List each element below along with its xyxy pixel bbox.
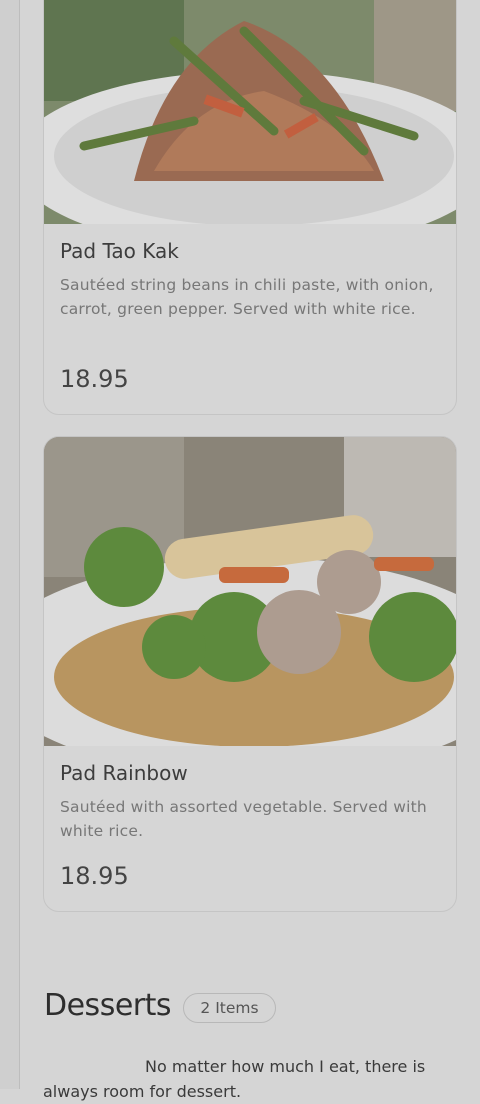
menu-item-description: Sautéed with assorted vegetable. Served … [60, 798, 427, 840]
section-title: Desserts [44, 988, 172, 1023]
dish-photo [44, 437, 456, 746]
section-description: No matter how much I eat, there is alway… [43, 1057, 426, 1101]
item-count-badge: 2 Items [183, 993, 276, 1023]
menu-item-description: Sautéed string beans in chili paste, wit… [60, 276, 434, 318]
menu-item-name: Pad Rainbow [60, 761, 188, 785]
dish-photo [44, 0, 456, 224]
left-rail [0, 0, 20, 1089]
menu-item-price: 18.95 [60, 862, 129, 890]
menu-item-card[interactable]: Pad Rainbow Sautéed with assorted vegeta… [43, 436, 457, 912]
menu-item-name: Pad Tao Kak [60, 239, 179, 263]
menu-item-card[interactable]: Pad Tao Kak Sautéed string beans in chil… [43, 0, 457, 415]
menu-item-price: 18.95 [60, 365, 129, 393]
